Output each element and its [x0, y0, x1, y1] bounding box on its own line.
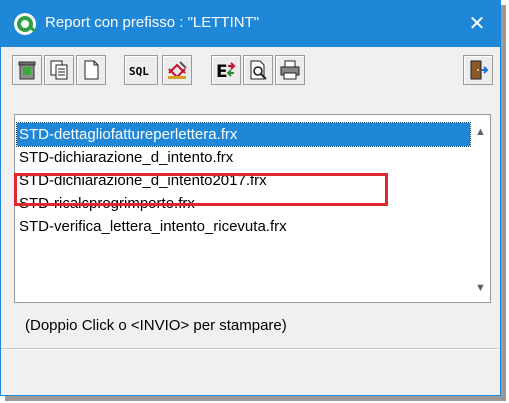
export-button[interactable]: E [211, 55, 241, 85]
print-button[interactable] [275, 55, 305, 85]
sql-icon: SQL [129, 65, 149, 78]
exit-button[interactable] [463, 55, 493, 85]
title-bar[interactable]: Report con prefisso : "LETTINT" ✕ [1, 1, 500, 47]
instruction-text: (Doppio Click o <INVIO> per stampare) [25, 317, 287, 334]
window-title: Report con prefisso : "LETTINT" [45, 14, 260, 31]
export-icon: E [216, 62, 236, 81]
svg-text:E: E [216, 62, 228, 81]
app-magnifier-icon [14, 13, 36, 35]
report-dialog: Report con prefisso : "LETTINT" ✕ SQL E … [0, 0, 501, 396]
list-scrollbar[interactable]: ▲ ▼ [472, 116, 489, 301]
close-button[interactable]: ✕ [462, 9, 492, 39]
print-preview-icon [250, 60, 267, 80]
exit-icon [470, 60, 489, 80]
recycle-bin-icon [18, 61, 36, 80]
sql-button[interactable]: SQL [124, 55, 158, 85]
list-item[interactable]: STD-dettagliofattureperlettera.frx [16, 122, 471, 147]
status-separator [1, 348, 500, 350]
list-item[interactable]: STD-dichiarazione_d_intento.frx [17, 146, 470, 169]
edit-report-button[interactable] [162, 55, 192, 85]
scroll-up-arrow-icon[interactable]: ▲ [472, 124, 489, 141]
scroll-down-arrow-icon[interactable]: ▼ [472, 280, 489, 297]
toolbar: SQL E [9, 55, 493, 89]
recycle-bin-button[interactable] [12, 55, 42, 85]
copy-button[interactable] [44, 55, 74, 85]
printer-icon [280, 60, 300, 80]
new-document-icon [84, 60, 99, 80]
new-document-button[interactable] [76, 55, 106, 85]
annotation-highlight-box [14, 173, 388, 206]
print-preview-button[interactable] [243, 55, 273, 85]
edit-report-icon [168, 61, 187, 79]
copy-icon [50, 60, 68, 80]
sql-label: SQL [129, 65, 149, 78]
report-list[interactable]: STD-dettagliofattureperlettera.frx STD-d… [14, 114, 491, 303]
list-item[interactable]: STD-verifica_lettera_intento_ricevuta.fr… [17, 215, 470, 238]
